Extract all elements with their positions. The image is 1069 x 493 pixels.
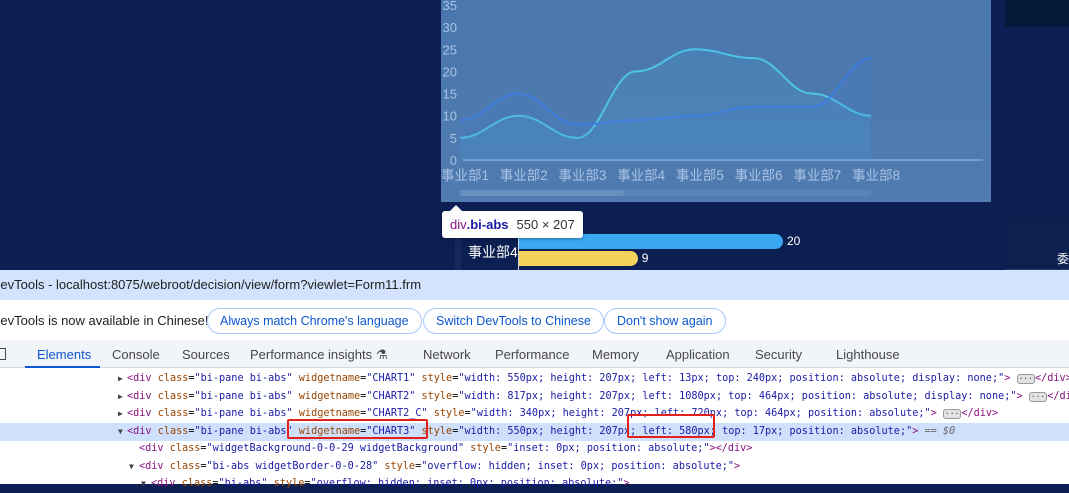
always-match-language-button[interactable]: Always match Chrome's language xyxy=(207,308,422,334)
dashboard-canvas: 委 0 5 10 15 20 25 30 35 事业部1 事业部2 事业部3 事业部4 事业部5 事业部6… xyxy=(0,0,1069,270)
collapse-triangle-icon[interactable]: ▼ xyxy=(129,458,134,475)
ellipsis-icon[interactable]: ··· xyxy=(943,409,961,419)
right-bottom-panel: 委 xyxy=(1005,218,1069,270)
dom-node-row[interactable]: ▶ <div class="bi-pane bi-abs" widgetname… xyxy=(0,405,1069,423)
tab-memory[interactable]: Memory xyxy=(592,347,639,362)
tab-network[interactable]: Network xyxy=(423,347,471,362)
bar-series-2[interactable] xyxy=(519,251,638,266)
x-tick-label: 事业部3 xyxy=(558,168,606,183)
devtools-title-bar: DevTools - localhost:8075/webroot/decisi… xyxy=(0,270,1069,300)
infobar-message: DevTools is now available in Chinese! xyxy=(0,313,209,328)
tab-elements[interactable]: Elements xyxy=(37,347,91,362)
dom-node-row[interactable]: ▶ <div class="bi-pane bi-abs" widgetname… xyxy=(0,388,1069,406)
x-tick-label: 事业部6 xyxy=(735,168,783,183)
right-panel-text: 委 xyxy=(1057,250,1069,267)
flask-icon: ⚗ xyxy=(376,347,388,363)
tooltip-class: .bi-abs xyxy=(467,217,509,232)
x-tick-label: 事业部5 xyxy=(676,168,724,183)
expand-triangle-icon[interactable]: ▶ xyxy=(118,405,123,422)
ellipsis-icon[interactable]: ··· xyxy=(1029,392,1047,402)
expand-triangle-icon[interactable]: ▶ xyxy=(118,388,123,405)
y-tick-label: 25 xyxy=(443,42,457,57)
tab-security[interactable]: Security xyxy=(755,347,802,362)
tab-performance-insights[interactable]: Performance insights xyxy=(250,347,372,362)
x-tick-label: 事业部2 xyxy=(500,168,548,183)
line-chart-svg: 0 5 10 15 20 25 30 35 事业部1 事业部2 事业部3 事业部4 事业部5 事业部6 事业… xyxy=(441,0,991,202)
y-tick-label: 35 xyxy=(443,0,457,13)
elements-tree[interactable]: ▶ <div class="bi-pane bi-abs" widgetname… xyxy=(0,368,1069,484)
y-tick-label: 5 xyxy=(450,131,457,146)
dom-node-row[interactable]: ▼ <div class="bi-pane bi-abs" widgetname… xyxy=(0,423,1069,441)
bar-category-label: 事业部4 xyxy=(468,242,518,262)
dom-node-row[interactable]: ▼<div class="bi-abs" style="overflow: hi… xyxy=(0,475,1069,493)
tooltip-size: 550 × 207 xyxy=(517,217,575,232)
scrollbar-thumb[interactable] xyxy=(460,190,624,196)
x-tick-label: 事业部8 xyxy=(852,168,900,183)
device-toolbar-icon[interactable] xyxy=(0,348,6,360)
y-tick-label: 15 xyxy=(443,87,457,102)
highlight-box-widgetname xyxy=(287,419,428,439)
ellipsis-icon[interactable]: ··· xyxy=(1017,374,1035,384)
line-chart-widget[interactable]: 0 5 10 15 20 25 30 35 事业部1 事业部2 事业部3 事业部4 事业部5 事业部6 事业… xyxy=(441,0,991,202)
right-header-block xyxy=(1005,0,1069,27)
collapse-triangle-icon[interactable]: ▼ xyxy=(118,423,123,440)
bar-value-label: 20 xyxy=(787,234,800,248)
x-tick-label: 事业部4 xyxy=(617,168,665,183)
expand-triangle-icon[interactable]: ▶ xyxy=(118,370,123,387)
y-tick-label: 0 xyxy=(450,153,457,168)
dont-show-again-button[interactable]: Don't show again xyxy=(604,308,726,334)
dom-node-row[interactable]: ▼<div class="bi-abs widgetBorder-0-0-28"… xyxy=(0,458,1069,476)
x-tick-label: 事业部1 xyxy=(441,168,489,183)
tab-performance[interactable]: Performance xyxy=(495,347,569,362)
tab-application[interactable]: Application xyxy=(666,347,730,362)
devtools-title: DevTools - localhost:8075/webroot/decisi… xyxy=(0,277,421,292)
y-tick-label: 30 xyxy=(443,20,457,35)
devtools-tabbar: Elements Console Sources Performance ins… xyxy=(0,340,1069,368)
y-tick-label: 20 xyxy=(443,64,457,79)
tooltip-tag: div xyxy=(450,217,467,232)
dom-node-row[interactable]: ▶ <div class="bi-pane bi-abs" widgetname… xyxy=(0,370,1069,388)
inspect-tooltip: div.bi-abs 550 × 207 xyxy=(442,211,583,238)
highlight-box-left xyxy=(627,414,715,438)
dom-node-row[interactable]: <div class="widgetBackground-0-0-29 widg… xyxy=(0,440,1069,458)
bar-value-label: 9 xyxy=(642,251,649,265)
y-tick-label: 10 xyxy=(443,109,457,124)
switch-to-chinese-button[interactable]: Switch DevTools to Chinese xyxy=(423,308,604,334)
tab-console[interactable]: Console xyxy=(112,347,160,362)
x-tick-label: 事业部7 xyxy=(793,168,841,183)
tab-lighthouse[interactable]: Lighthouse xyxy=(836,347,900,362)
tab-sources[interactable]: Sources xyxy=(182,347,230,362)
